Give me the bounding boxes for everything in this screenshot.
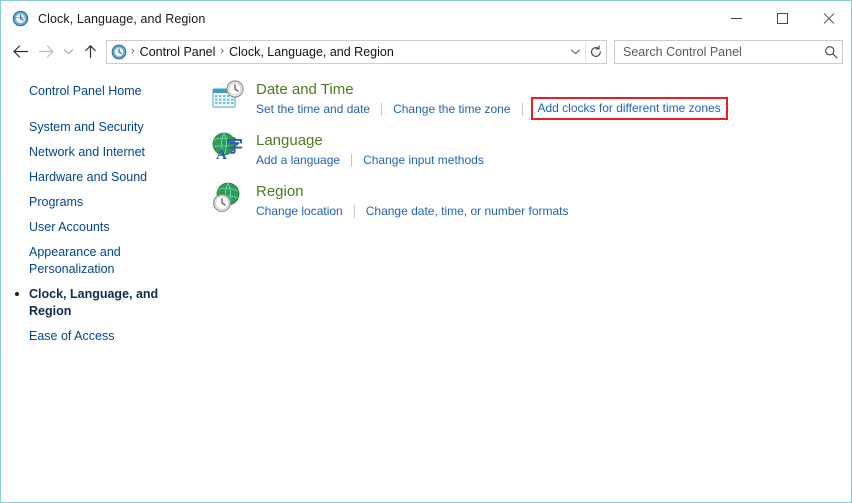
sidebar-item-programs[interactable]: Programs	[1, 190, 206, 215]
category-body: Date and Time Set the time and date Chan…	[256, 79, 728, 120]
language-icon: A 字	[211, 130, 245, 164]
forward-button[interactable]	[33, 40, 59, 64]
control-panel-window: Clock, Language, and Region › Control Pa…	[0, 0, 852, 503]
minimize-button[interactable]	[713, 1, 759, 36]
refresh-button[interactable]	[586, 41, 606, 63]
address-bar-actions	[565, 41, 606, 63]
link-divider	[521, 102, 523, 116]
link-add-clocks-for-different-time-zones[interactable]: Add clocks for different time zones	[530, 97, 728, 120]
svg-text:字: 字	[226, 136, 243, 157]
sidebar-item-clock-language-and-region[interactable]: Clock, Language, and Region	[1, 282, 206, 324]
sidebar: Control Panel Home System and Security N…	[1, 67, 206, 502]
sidebar-item-appearance-and-personalization[interactable]: Appearance and Personalization	[1, 240, 169, 282]
link-change-date-time-or-number-formats[interactable]: Change date, time, or number formats	[366, 203, 569, 219]
refresh-icon	[590, 44, 601, 57]
search-icon[interactable]	[820, 45, 842, 59]
sidebar-item-control-panel-home[interactable]: Control Panel Home	[1, 79, 206, 104]
back-button[interactable]	[7, 40, 33, 64]
close-icon	[822, 12, 835, 25]
minimize-icon	[730, 18, 742, 19]
sidebar-item-system-and-security[interactable]: System and Security	[1, 115, 206, 140]
title-bar: Clock, Language, and Region	[1, 1, 851, 36]
up-level-button[interactable]	[77, 40, 103, 64]
breadcrumb-item-clock-language-region[interactable]: Clock, Language, and Region	[225, 44, 398, 60]
breadcrumb-item-control-panel[interactable]: Control Panel	[136, 44, 220, 60]
forward-arrow-icon	[38, 45, 54, 58]
chevron-down-icon	[570, 49, 580, 55]
category-links: Change location Change date, time, or nu…	[256, 203, 569, 219]
link-change-the-time-zone[interactable]: Change the time zone	[393, 101, 510, 117]
address-dropdown-button[interactable]	[565, 41, 585, 63]
category-body: Region Change location Change date, time…	[256, 181, 569, 219]
link-change-input-methods[interactable]: Change input methods	[363, 152, 484, 168]
link-divider	[353, 204, 355, 218]
control-panel-icon	[111, 44, 127, 60]
clock-region-icon	[12, 10, 29, 27]
close-button[interactable]	[805, 1, 851, 36]
search-input[interactable]	[615, 44, 820, 59]
date-and-time-icon	[211, 79, 245, 113]
sidebar-item-network-and-internet[interactable]: Network and Internet	[1, 140, 206, 165]
region-icon	[211, 181, 245, 215]
content-area: Control Panel Home System and Security N…	[1, 67, 851, 502]
category-date-and-time: Date and Time Set the time and date Chan…	[211, 79, 851, 120]
navigation-bar: › Control Panel › Clock, Language, and R…	[1, 36, 851, 67]
window-controls	[713, 1, 851, 36]
sidebar-item-ease-of-access[interactable]: Ease of Access	[1, 324, 206, 349]
link-change-location[interactable]: Change location	[256, 203, 343, 219]
category-title-language[interactable]: Language	[256, 132, 484, 150]
category-title-region[interactable]: Region	[256, 183, 569, 201]
up-arrow-icon	[84, 45, 96, 58]
recent-locations-button[interactable]	[59, 40, 77, 64]
category-list: Date and Time Set the time and date Chan…	[206, 67, 851, 502]
window-title: Clock, Language, and Region	[38, 11, 206, 26]
category-region: Region Change location Change date, time…	[211, 181, 851, 219]
back-arrow-icon	[12, 45, 28, 58]
sidebar-item-hardware-and-sound[interactable]: Hardware and Sound	[1, 165, 206, 190]
link-add-a-language[interactable]: Add a language	[256, 152, 340, 168]
category-body: Language Add a language Change input met…	[256, 130, 484, 168]
link-divider	[381, 102, 383, 116]
address-bar[interactable]: › Control Panel › Clock, Language, and R…	[106, 39, 607, 64]
sidebar-item-user-accounts[interactable]: User Accounts	[1, 215, 206, 240]
chevron-down-icon	[63, 49, 73, 55]
category-links: Set the time and date Change the time zo…	[256, 97, 728, 120]
search-box[interactable]	[614, 39, 843, 64]
maximize-button[interactable]	[759, 1, 805, 36]
link-divider	[351, 153, 353, 167]
category-language: A 字 Language Add a language Change input…	[211, 130, 851, 168]
maximize-icon	[776, 13, 788, 24]
category-links: Add a language Change input methods	[256, 152, 484, 168]
link-set-the-time-and-date[interactable]: Set the time and date	[256, 101, 370, 117]
breadcrumb: › Control Panel › Clock, Language, and R…	[130, 44, 565, 60]
